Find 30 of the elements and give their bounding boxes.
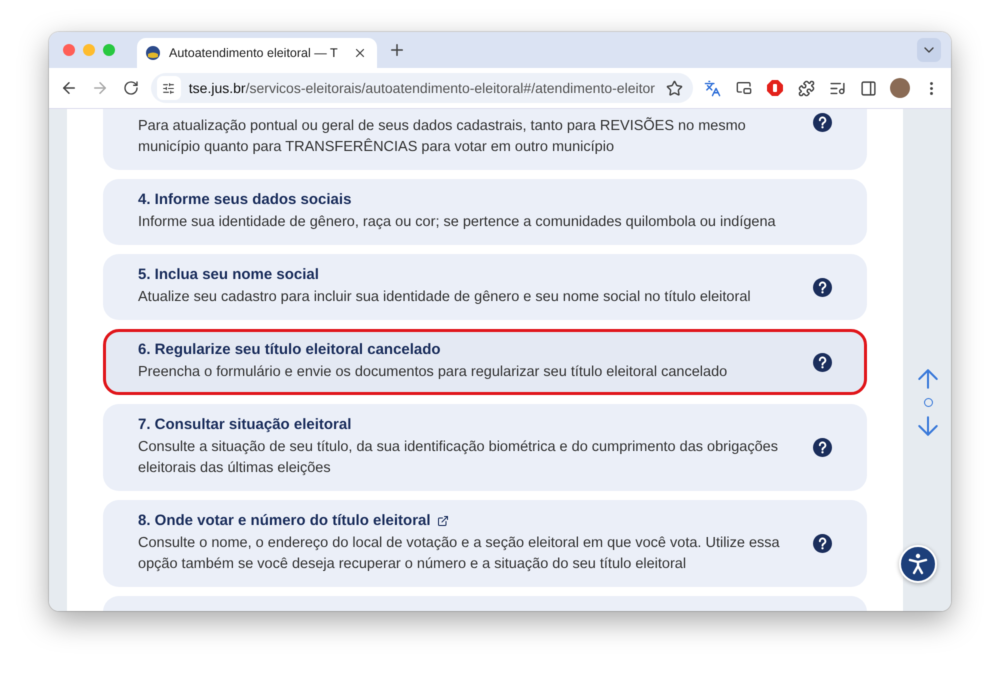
help-icon[interactable] <box>813 534 832 553</box>
service-card[interactable]: 5. Inclua seu nome social Atualize seu cadastro para incluir sua identidade de gênero e seu nome social no título eleitoral <box>103 254 867 320</box>
service-card[interactable] <box>103 500 867 587</box>
address-bar[interactable]: tse.jus.br/servicos-eleitorais/autoatendimento-eleitoral#/atendimento-eleitor <box>150 73 693 103</box>
card-title: 4. Informe seus dados sociais <box>138 191 352 208</box>
accessibility-button[interactable] <box>899 545 937 583</box>
browser-tab[interactable]: Autoatendimento eleitoral — T <box>137 38 377 68</box>
card-title: 8. Onde votar e número do título eleitoral <box>138 512 431 529</box>
card-description: Consulte a situação de seu título, da sua identificação biométrica e do cumprimento das obrigações eleitorais das últimas eleições <box>138 438 779 478</box>
help-icon[interactable] <box>813 278 832 296</box>
globe-icon <box>145 45 161 61</box>
help-icon[interactable] <box>813 438 832 457</box>
service-card[interactable]: 4. Informe seus dados sociais Informe sua identidade de gênero, raça ou cor; se pertence a comunidades quilombola ou indígena <box>103 179 867 245</box>
service-card[interactable]: 7. Consultar situação eleitoral Consulte a situação de seu título, da sua identificação biométrica e do cumprimento das obrigações eleitorais das últimas eleições <box>103 404 867 491</box>
site-settings-icon[interactable] <box>156 76 181 100</box>
card-description: Informe sua identidade de gênero, raça ou cor; se pertence a comunidades quilombola ou indígena <box>138 213 777 232</box>
card-description: Preencha o formulário e envie os documentos para regularizar seu título eleitoral cancelado <box>138 363 728 382</box>
card-title: 7. Consultar situação eleitoral <box>138 416 352 433</box>
card-description: Atualize seu cadastro para incluir sua identidade de gênero e seu nome social no título eleitoral <box>138 288 752 307</box>
scroll-position-icon <box>924 398 932 407</box>
help-icon[interactable] <box>813 112 832 132</box>
card-description: Consulte o nome, o endereço do local de votação e a seção eleitoral em que você vota. Utilize essa opção também se você deseja recuperar o número e a situação do seu título eleitoral <box>138 534 781 574</box>
service-card[interactable]: 6. Regularize seu título eleitoral cancelado Preencha o formulário e envie os documentos para regularizar seu título eleitoral cancelado <box>103 329 867 395</box>
card-title: 5. Inclua seu nome social <box>138 266 319 283</box>
tab-search-icon[interactable] <box>917 38 941 62</box>
tab-title: Autoatendimento eleitoral — T <box>169 46 339 60</box>
card-description: Para atualização pontual ou geral de seus dados cadastrais, tanto para REVISÕES no mesmo município quanto para TRANSFERÊNCIAS para votar em outro município <box>138 116 747 157</box>
service-card[interactable]: Para atualização pontual ou geral de seus dados cadastrais, tanto para REVISÕES no mesmo município quanto para TRANSFERÊNCIAS para votar em outro município <box>103 109 867 170</box>
card-title: 6. Regularize seu título eleitoral cancelado <box>138 341 441 358</box>
help-icon[interactable] <box>813 352 832 372</box>
